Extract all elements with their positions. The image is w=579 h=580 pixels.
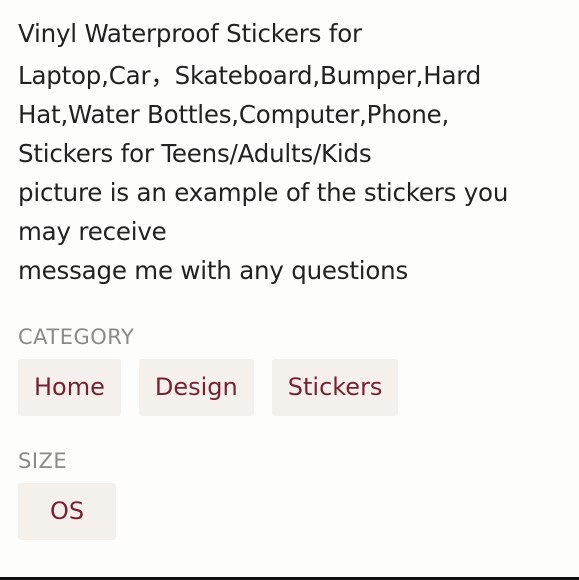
description-line: picture is an example of the stickers yo…	[18, 178, 509, 207]
size-chip-os[interactable]: OS	[18, 483, 116, 540]
category-chip-home[interactable]: Home	[18, 359, 121, 416]
description-line: may receive	[18, 217, 167, 246]
item-description: Vinyl Waterproof Stickers for Laptop,Car…	[18, 14, 566, 290]
description-line: Stickers for Teens/Adults/Kids	[18, 139, 372, 168]
size-chip-list: OS	[18, 483, 566, 540]
category-chip-list: Home Design Stickers	[18, 359, 566, 416]
size-heading: SIZE	[18, 449, 68, 473]
category-chip-design[interactable]: Design	[138, 359, 254, 416]
description-line: Vinyl Waterproof Stickers for	[18, 19, 362, 48]
listing-details: Vinyl Waterproof Stickers for Laptop,Car…	[18, 14, 566, 540]
description-line: Laptop,Car，Skateboard,Bumper,Hard	[18, 61, 482, 90]
description-line: Hat,Water Bottles,Computer,Phone,	[18, 100, 450, 129]
category-heading: CATEGORY	[18, 325, 135, 349]
description-line: message me with any questions	[18, 256, 409, 285]
category-chip-stickers[interactable]: Stickers	[271, 359, 399, 416]
